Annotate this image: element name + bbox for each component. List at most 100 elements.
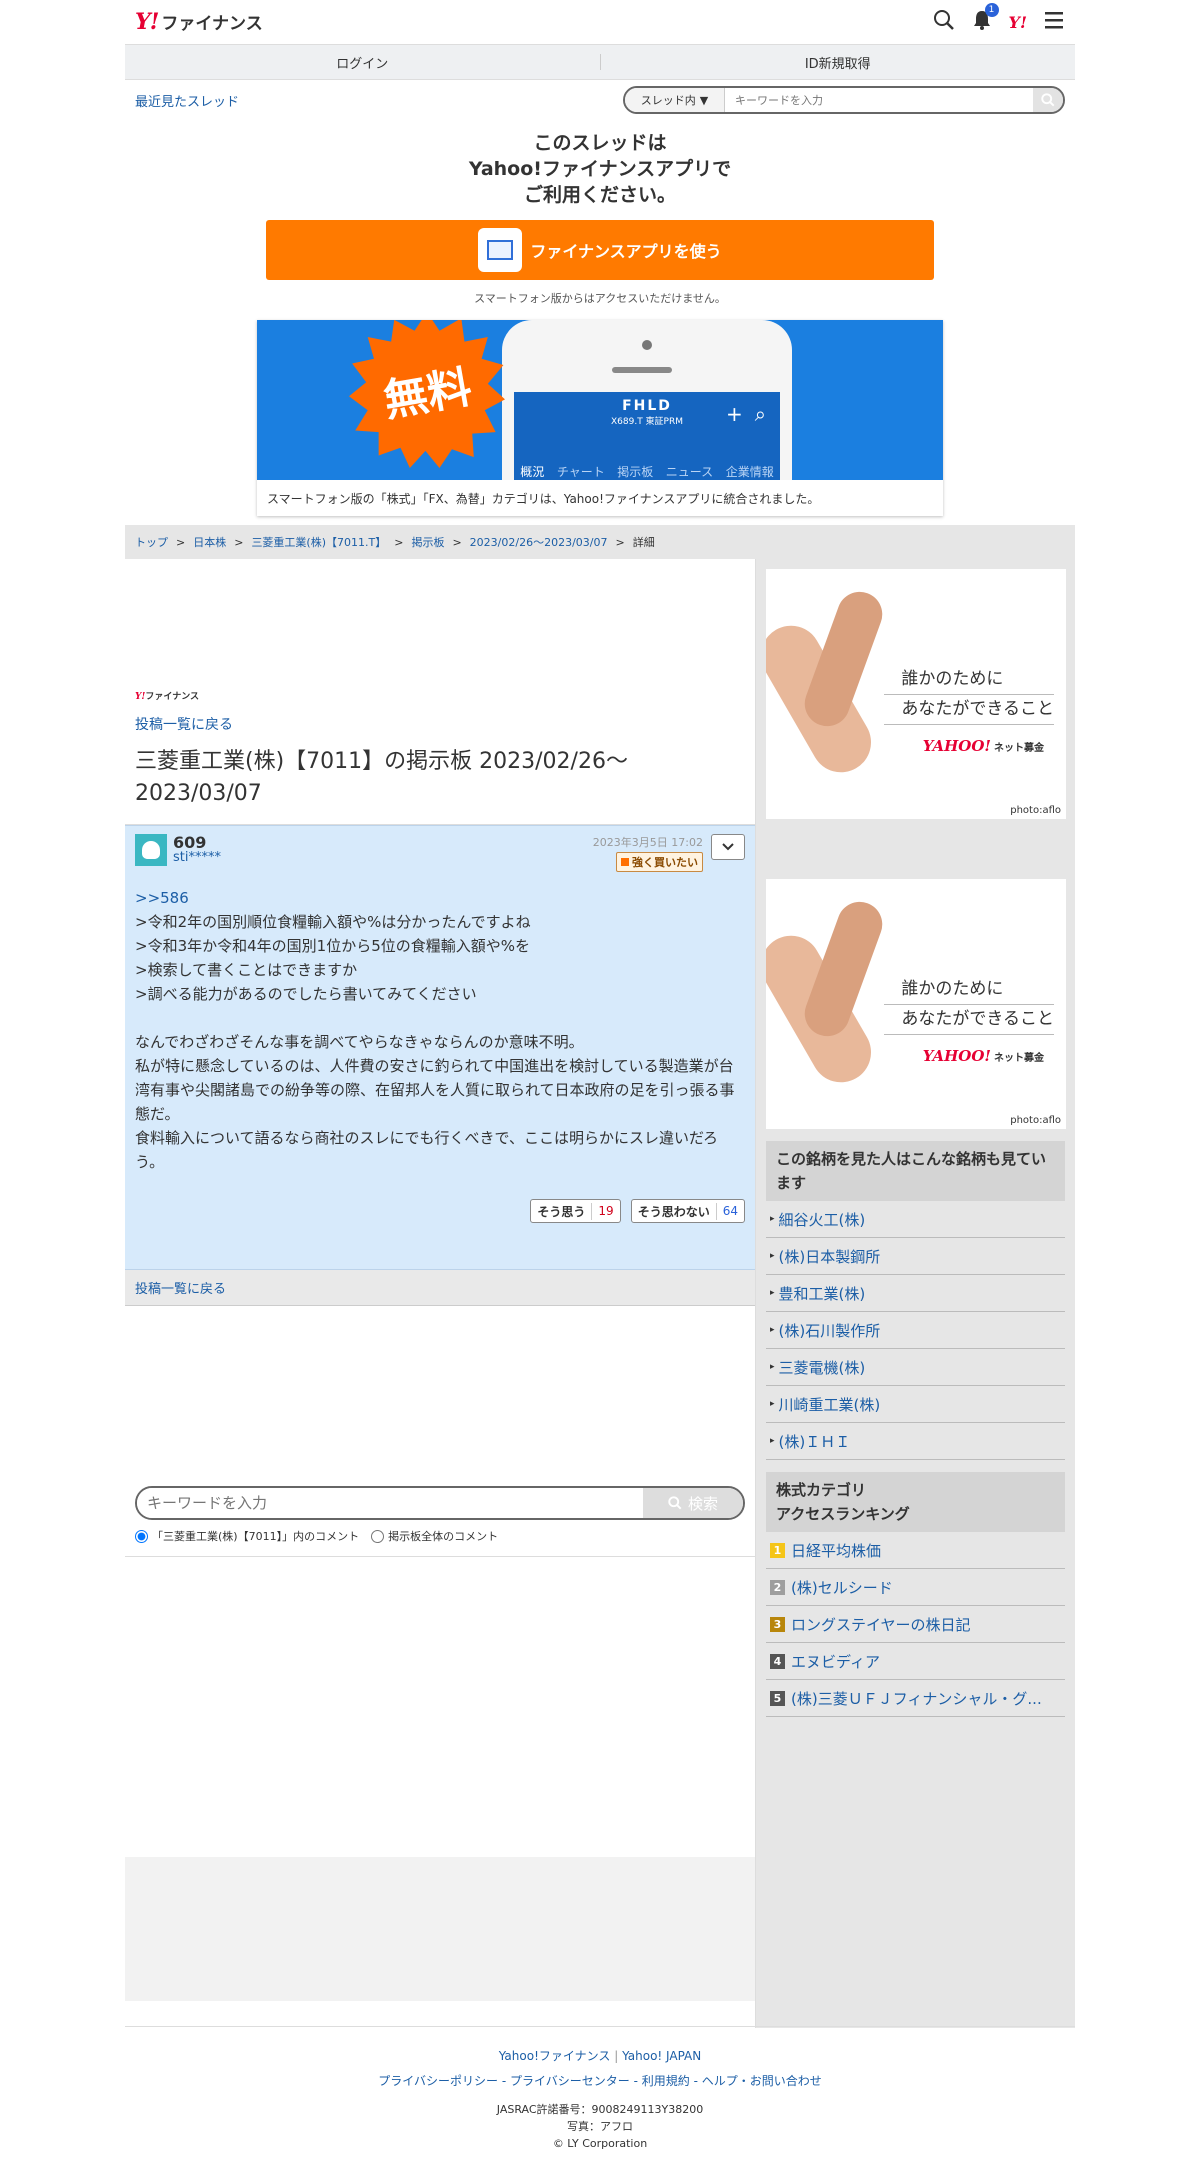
- search-icon: [668, 1496, 682, 1510]
- post-body: >>586 >令和2年の国別順位食糧輸入額や%は分かったんですよね >令和3年か…: [135, 889, 735, 1171]
- related-item[interactable]: ▸ (株)日本製鋼所: [766, 1238, 1065, 1275]
- back-to-list-link[interactable]: 投稿一覧に戻る: [135, 717, 233, 733]
- post-609: 609 sti***** 2023年3月5日 17:02 強く買いたい >>58…: [125, 825, 755, 1270]
- open-app-label: ファイナンスアプリを使う: [530, 242, 722, 261]
- related-item[interactable]: ▸ 細谷火工(株): [766, 1201, 1065, 1238]
- phone-tabs: 概況 チャート 掲示板 ニュース 企業情報: [514, 463, 780, 480]
- crumb-japan-stocks[interactable]: 日本株: [193, 534, 226, 550]
- yahoo-y-mark: Y!: [135, 9, 159, 35]
- page: Y! ファイナンス 1 Y! ログイン ID新規取得 最近見たスレッド スレッド…: [125, 0, 1075, 2163]
- post-menu-button[interactable]: [711, 834, 745, 860]
- sidebar: 誰かのために あなたができること YAHOO! ネット募金 photo:aflo 誰…: [755, 559, 1075, 2028]
- open-app-button[interactable]: ファイナンスアプリを使う: [266, 220, 934, 280]
- search-icon: ⌕: [754, 402, 766, 426]
- ranking-title: 株式カテゴリ アクセスランキング: [766, 1472, 1065, 1532]
- footer-finance-link[interactable]: Yahoo!ファイナンス: [499, 2049, 611, 2063]
- promo-note: スマートフォン版からはアクセスいただけません。: [474, 292, 726, 305]
- post-date: 2023年3月5日 17:02: [592, 836, 703, 849]
- search-input[interactable]: [725, 88, 1033, 112]
- footer-privacy-policy[interactable]: プライバシーポリシー: [378, 2074, 498, 2088]
- ranking-item[interactable]: 1 日経平均株価: [766, 1532, 1065, 1569]
- crumb-company[interactable]: 三菱重工業(株)【7011.T】: [251, 534, 386, 550]
- banner-image: FHLD X689.T 東証PRM + ⌕ 概況 チャート 掲示板 ニュース 企業情報 無…: [257, 320, 943, 480]
- register-link[interactable]: ID新規取得: [601, 53, 1076, 72]
- footer-privacy-center[interactable]: プライバシーセンター: [510, 2074, 630, 2088]
- app-banner[interactable]: FHLD X689.T 東証PRM + ⌕ 概況 チャート 掲示板 ニュース 企業情報 無…: [257, 320, 943, 516]
- board-logo: Y!ファイナンス: [135, 692, 200, 702]
- related-item[interactable]: ▸ 豊和工業(株): [766, 1275, 1065, 1312]
- crumb-detail: 詳細: [632, 536, 655, 549]
- ranking-item[interactable]: 4 エヌビディア: [766, 1643, 1065, 1680]
- footer-yahoo-link[interactable]: Yahoo! JAPAN: [622, 2049, 701, 2063]
- radio-all-boards[interactable]: 掲示板全体のコメント: [371, 1528, 498, 1544]
- bell-icon[interactable]: 1: [971, 3, 999, 35]
- search-icon: [1041, 93, 1055, 107]
- disagree-button[interactable]: そう思わない 64: [630, 1199, 745, 1223]
- content-columns: Y!ファイナンス 投稿一覧に戻る 三菱重工業(株)【7011】の掲示板 2023…: [125, 559, 1075, 2028]
- recent-threads-link[interactable]: 最近見たスレッド: [135, 91, 239, 110]
- banner-caption: スマートフォン版の「株式」「FX、為替」カテゴリは、Yahoo!ファイナンスアプ…: [267, 491, 820, 506]
- jasrac-number: JASRAC許諾番号：9008249113Y38200: [496, 2103, 704, 2116]
- ranking-item[interactable]: 2 (株)セルシード: [766, 1569, 1065, 1606]
- notification-badge: 1: [984, 3, 999, 17]
- scope-label: スレッド内: [640, 94, 696, 107]
- related-title: この銘柄を見た人はこんな銘柄も見ています: [766, 1141, 1065, 1201]
- related-item[interactable]: ▸ 三菱電機(株): [766, 1349, 1065, 1386]
- board-title: 三菱重工業(株)【7011】の掲示板 2023/02/26〜2023/03/07: [125, 734, 755, 825]
- promo-heading: このスレッドは Yahoo!ファイナンスアプリで ご利用ください。: [468, 132, 732, 206]
- post-user[interactable]: sti*****: [173, 851, 221, 865]
- access-ranking: 株式カテゴリ アクセスランキング 1 日経平均株価 2 (株)セルシード 3 ロングステ…: [766, 1472, 1065, 1717]
- related-item[interactable]: ▸ (株)石川製作所: [766, 1312, 1065, 1349]
- related-stocks: この銘柄を見た人はこんな銘柄も見ています ▸ 細谷火工(株) ▸ (株)日本製鋼所 …: [766, 1141, 1065, 1460]
- ranking-item[interactable]: 5 (株)三菱ＵＦＪフィナンシャル・グ...: [766, 1680, 1065, 1717]
- logo-text: ファイナンス: [161, 14, 263, 34]
- caret-down-icon: ▼: [699, 93, 709, 107]
- ranking-item[interactable]: 3 ロングステイヤーの株日記: [766, 1606, 1065, 1643]
- finance-logo[interactable]: Y! ファイナンス: [135, 9, 263, 35]
- crumb-top[interactable]: トップ: [135, 534, 168, 550]
- board-search-input[interactable]: [137, 1488, 643, 1518]
- chevron-down-icon: [722, 843, 734, 851]
- phone-graphic: FHLD X689.T 東証PRM + ⌕ 概況 チャート 掲示板 ニュース 企業情報: [502, 320, 792, 480]
- login-bar: ログイン ID新規取得: [125, 44, 1075, 80]
- search-scope-select[interactable]: スレッド内 ▼: [625, 88, 725, 112]
- related-item[interactable]: ▸ 川崎重工業(株): [766, 1386, 1065, 1423]
- main-column: Y!ファイナンス 投稿一覧に戻る 三菱重工業(株)【7011】の掲示板 2023…: [125, 559, 755, 2028]
- photo-credit: 写真：アフロ: [567, 2120, 633, 2133]
- sentiment-badge: 強く買いたい: [616, 852, 703, 872]
- app-icon: [478, 228, 523, 272]
- reply-link[interactable]: >>586: [135, 889, 189, 907]
- phone-icons: + ⌕: [726, 402, 766, 426]
- breadcrumb: トップ > 日本株 > 三菱重工業(株)【7011.T】 > 掲示板 > 202…: [125, 525, 1075, 559]
- copyright: © LY Corporation: [552, 2137, 648, 2150]
- site-footer: Yahoo!ファイナンス | Yahoo! JAPAN プライバシーポリシー -…: [125, 2026, 1075, 2152]
- sub-bar: 最近見たスレッド スレッド内 ▼: [125, 80, 1075, 120]
- search-button[interactable]: [1033, 88, 1063, 112]
- back-to-list-link-bottom[interactable]: 投稿一覧に戻る: [135, 1278, 226, 1297]
- board-search-button[interactable]: 検索: [643, 1488, 743, 1518]
- search-icon[interactable]: [933, 9, 955, 35]
- ad-space: [125, 559, 755, 689]
- menu-icon[interactable]: [1043, 10, 1065, 34]
- vote-buttons: そう思う 19 そう思わない 64: [530, 1199, 745, 1223]
- crumb-board[interactable]: 掲示板: [411, 534, 444, 550]
- free-badge: 無料: [349, 320, 505, 468]
- yahoo-japan-icon[interactable]: Y!: [1009, 13, 1027, 32]
- crumb-range[interactable]: 2023/02/26〜2023/03/07: [470, 534, 608, 550]
- thread-search: スレッド内 ▼: [623, 86, 1065, 114]
- login-link[interactable]: ログイン: [125, 53, 600, 72]
- app-promo: このスレッドは Yahoo!ファイナンスアプリで ご利用ください。 ファイナンス…: [125, 120, 1075, 306]
- radio-this-board[interactable]: 「三菱重工業(株)【7011】」内のコメント: [135, 1528, 359, 1544]
- footer-terms[interactable]: 利用規約: [642, 2074, 690, 2088]
- search-scope-radios: 「三菱重工業(株)【7011】」内のコメント 掲示板全体のコメント: [125, 1520, 755, 1557]
- agree-button[interactable]: そう思う 19: [530, 1199, 621, 1223]
- ad-banner-2[interactable]: 誰かのために あなたができること YAHOO! ネット募金 photo:aflo: [766, 879, 1066, 1129]
- header-icons: 1 Y!: [933, 3, 1065, 35]
- board-search: 検索: [135, 1486, 745, 1520]
- plus-icon: +: [726, 402, 743, 426]
- avatar[interactable]: [135, 834, 167, 866]
- related-item[interactable]: ▸ (株)ＩＨＩ: [766, 1423, 1065, 1460]
- site-header: Y! ファイナンス 1 Y!: [125, 0, 1075, 44]
- footer-help[interactable]: ヘルプ・お問い合わせ: [702, 2074, 822, 2088]
- ad-banner-1[interactable]: 誰かのために あなたができること YAHOO! ネット募金 photo:aflo: [766, 569, 1066, 819]
